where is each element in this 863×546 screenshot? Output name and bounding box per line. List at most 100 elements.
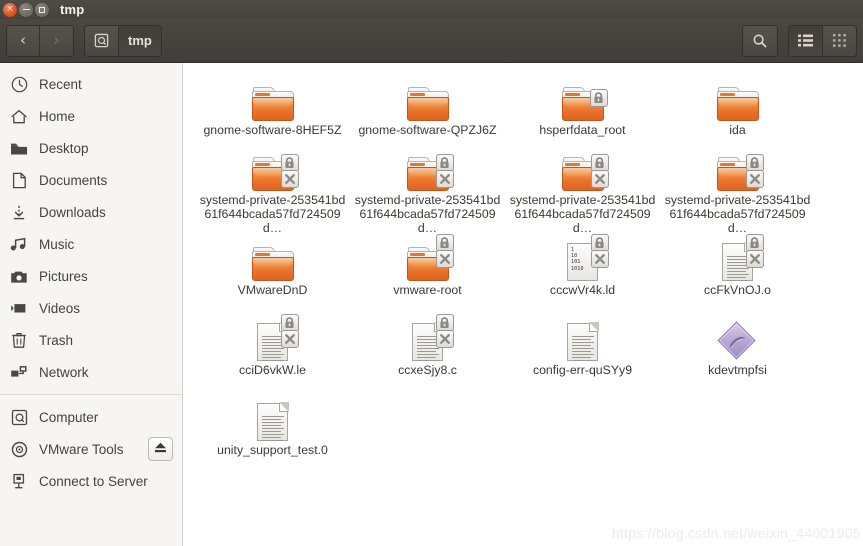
file-item[interactable]: systemd-private-253541bd61f644bcada57fd7… bbox=[350, 154, 505, 235]
file-item[interactable]: config-err-quSYy9 bbox=[505, 315, 660, 395]
sidebar-item-label: Recent bbox=[39, 76, 82, 92]
file-icon bbox=[714, 315, 762, 361]
back-button[interactable]: ‹ bbox=[7, 25, 40, 56]
sidebar: Recent Home Desktop Documents Downloads Music… bbox=[0, 63, 183, 546]
file-item[interactable]: cciD6vkW.le bbox=[195, 314, 350, 395]
sidebar-item-desktop[interactable]: Desktop bbox=[0, 132, 182, 164]
access-denied-emblem-icon bbox=[590, 170, 609, 188]
breadcrumb-item-tmp[interactable]: tmp bbox=[119, 25, 161, 56]
server-icon bbox=[8, 473, 30, 490]
access-denied-emblem-icon bbox=[745, 170, 764, 188]
sidebar-item-recent[interactable]: Recent bbox=[0, 68, 182, 100]
hard-drive-icon bbox=[94, 33, 109, 48]
file-item[interactable]: vmware-root bbox=[350, 234, 505, 315]
file-item[interactable]: 1 10 101 1010 cccwVr4k.ld bbox=[505, 234, 660, 315]
music-note-icon bbox=[8, 236, 30, 252]
search-button[interactable] bbox=[743, 25, 777, 56]
sidebar-places-group: Recent Home Desktop Documents Downloads Music… bbox=[0, 68, 182, 388]
minimize-button[interactable] bbox=[19, 2, 33, 17]
sidebar-item-documents[interactable]: Documents bbox=[0, 164, 182, 196]
list-view-button[interactable] bbox=[789, 25, 823, 56]
sidebar-item-pictures[interactable]: Pictures bbox=[0, 260, 182, 292]
hard-drive-icon bbox=[8, 409, 30, 426]
breadcrumb-label: tmp bbox=[128, 33, 152, 48]
file-item[interactable]: ccxeSjy8.c bbox=[350, 314, 505, 395]
window-title: tmp bbox=[60, 2, 85, 17]
file-icon bbox=[249, 235, 297, 281]
title-bar: × tmp bbox=[0, 0, 863, 19]
eject-button[interactable] bbox=[148, 437, 173, 461]
file-name-label: systemd-private-253541bd61f644bcada57fd7… bbox=[199, 193, 346, 235]
sidebar-item-computer[interactable]: Computer bbox=[0, 401, 182, 433]
access-denied-emblem-icon bbox=[745, 250, 764, 268]
access-denied-emblem-icon bbox=[590, 250, 609, 268]
file-item[interactable]: ccFkVnOJ.o bbox=[660, 234, 815, 315]
file-item[interactable]: gnome-software-8HEF5Z bbox=[195, 75, 350, 155]
file-icon bbox=[249, 75, 297, 121]
access-denied-emblem-icon bbox=[280, 170, 299, 188]
sidebar-item-label: Pictures bbox=[39, 268, 88, 284]
file-name-label: cccwVr4k.ld bbox=[549, 283, 616, 297]
maximize-button[interactable] bbox=[35, 2, 49, 17]
view-mode-buttons bbox=[788, 24, 857, 57]
document-file-icon bbox=[257, 402, 289, 441]
lock-emblem-icon bbox=[589, 89, 608, 107]
file-item[interactable]: VMwareDnD bbox=[195, 235, 350, 315]
file-name-label: config-err-quSYy9 bbox=[532, 363, 633, 377]
file-icon bbox=[404, 314, 454, 361]
forward-button[interactable]: › bbox=[40, 25, 73, 56]
sidebar-item-label: Trash bbox=[39, 332, 74, 348]
sidebar-item-home[interactable]: Home bbox=[0, 100, 182, 132]
sidebar-item-downloads[interactable]: Downloads bbox=[0, 196, 182, 228]
document-icon bbox=[8, 172, 30, 189]
eject-icon bbox=[153, 441, 168, 457]
sidebar-item-connect-to-server[interactable]: Connect to Server bbox=[0, 465, 182, 497]
file-name-label: hsperfdata_root bbox=[539, 123, 626, 137]
file-icon bbox=[249, 395, 297, 441]
folder-icon bbox=[251, 247, 294, 281]
file-icon bbox=[404, 75, 452, 121]
file-item[interactable]: gnome-software-QPZJ6Z bbox=[350, 75, 505, 155]
toolbar: ‹ › tmp bbox=[0, 19, 863, 63]
file-name-label: kdevtmpfsi bbox=[708, 363, 767, 377]
video-icon bbox=[8, 301, 30, 315]
access-denied-emblem-icon bbox=[435, 330, 454, 348]
file-name-label: ccxeSjy8.c bbox=[398, 363, 457, 377]
file-icon bbox=[714, 234, 764, 281]
file-icon bbox=[559, 154, 609, 191]
camera-icon bbox=[8, 269, 30, 284]
sidebar-item-vmware-tools[interactable]: VMware Tools bbox=[0, 433, 182, 465]
file-item[interactable]: systemd-private-253541bd61f644bcada57fd7… bbox=[505, 154, 660, 235]
access-denied-emblem-icon bbox=[435, 170, 454, 188]
file-icon bbox=[559, 75, 608, 121]
breadcrumb-item-computer[interactable] bbox=[85, 25, 119, 56]
file-manager-window: × tmp ‹ › tmp Recent Home Desktop Docume… bbox=[0, 0, 863, 546]
access-denied-emblem-icon bbox=[435, 250, 454, 268]
minimize-icon bbox=[22, 8, 30, 11]
file-icon-grid: gnome-software-8HEF5Z gnome-software-QPZJ… bbox=[183, 75, 863, 475]
sidebar-item-label: Computer bbox=[39, 409, 99, 425]
sidebar-item-music[interactable]: Music bbox=[0, 228, 182, 260]
file-list-area[interactable]: gnome-software-8HEF5Z gnome-software-QPZJ… bbox=[183, 63, 863, 546]
file-icon bbox=[559, 315, 607, 361]
file-item[interactable]: systemd-private-253541bd61f644bcada57fd7… bbox=[660, 154, 815, 235]
search-button-group bbox=[742, 24, 778, 57]
file-item[interactable]: systemd-private-253541bd61f644bcada57fd7… bbox=[195, 154, 350, 235]
sidebar-item-network[interactable]: Network bbox=[0, 356, 182, 388]
close-button[interactable]: × bbox=[3, 2, 17, 17]
file-item[interactable]: ida bbox=[660, 75, 815, 155]
sidebar-item-label: VMware Tools bbox=[39, 441, 124, 457]
file-name-label: gnome-software-QPZJ6Z bbox=[358, 123, 497, 137]
list-view-icon bbox=[798, 34, 813, 47]
folder-icon bbox=[251, 87, 294, 121]
file-item[interactable]: unity_support_test.0 bbox=[195, 395, 350, 475]
sidebar-divider bbox=[0, 394, 182, 395]
network-icon bbox=[8, 365, 30, 380]
grid-view-button[interactable] bbox=[823, 25, 856, 56]
sidebar-item-trash[interactable]: Trash bbox=[0, 324, 182, 356]
file-item[interactable]: kdevtmpfsi bbox=[660, 315, 815, 395]
download-icon bbox=[8, 204, 30, 221]
file-item[interactable]: hsperfdata_root bbox=[505, 75, 660, 155]
document-file-icon bbox=[567, 322, 599, 361]
sidebar-item-videos[interactable]: Videos bbox=[0, 292, 182, 324]
